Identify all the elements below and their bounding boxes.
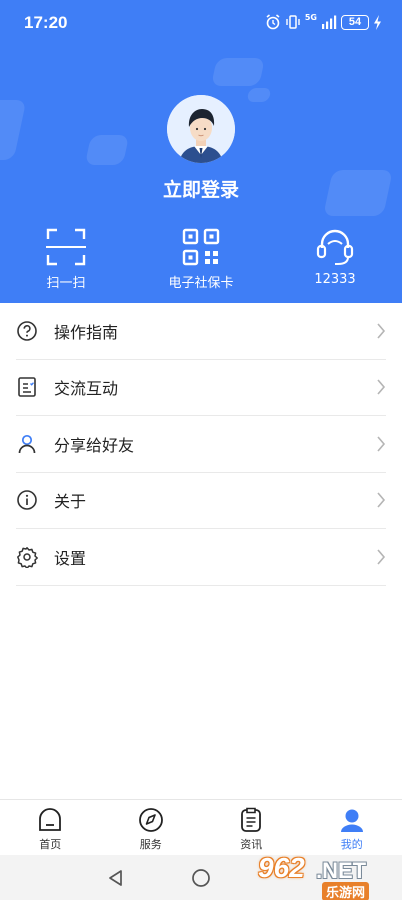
tab-home[interactable]: 首页 <box>0 800 101 855</box>
site-watermark: 962 .NET 乐游网 <box>258 852 396 900</box>
menu-label-settings: 设置 <box>54 548 87 568</box>
status-bar: 17:20 5G 54 <box>0 0 402 44</box>
decor-shape <box>0 100 27 160</box>
tab-news[interactable]: 资讯 <box>201 800 302 855</box>
avatar[interactable] <box>167 95 235 163</box>
social-card-button[interactable]: 电子社保卡 <box>146 228 256 291</box>
chevron-right-icon <box>377 549 386 565</box>
tab-label-news: 资讯 <box>240 838 263 851</box>
menu-label-guide: 操作指南 <box>54 322 119 342</box>
menu-item-interaction[interactable]: 交流互动 <box>16 360 386 416</box>
decor-shape <box>246 88 272 102</box>
menu-label-interaction: 交流互动 <box>54 379 119 399</box>
hotline-label: 12333 <box>314 272 356 287</box>
decor-shape <box>211 58 265 86</box>
qr-code-icon <box>182 228 220 266</box>
charging-icon <box>374 14 381 30</box>
alarm-icon <box>266 14 280 30</box>
menu-label-share: 分享给好友 <box>54 435 135 455</box>
tab-label-services: 服务 <box>139 838 162 851</box>
network-type: 5G <box>304 12 317 22</box>
watermark-number: 962 <box>258 852 305 883</box>
back-triangle-icon[interactable] <box>106 868 126 888</box>
menu-item-guide[interactable]: 操作指南 <box>16 303 386 360</box>
social-card-label: 电子社保卡 <box>168 276 234 291</box>
menu-label-about: 关于 <box>54 492 87 512</box>
home-icon <box>39 808 62 831</box>
status-icons: 5G 54 <box>265 12 382 30</box>
tab-label-mine: 我的 <box>340 838 363 851</box>
tab-label-home: 首页 <box>39 838 62 851</box>
menu-item-settings[interactable]: 设置 <box>16 529 386 586</box>
scan-label: 扫一扫 <box>46 276 86 291</box>
document-list-icon <box>16 376 38 398</box>
chevron-right-icon <box>377 323 386 339</box>
headset-icon <box>316 229 354 265</box>
tab-services[interactable]: 服务 <box>101 800 202 855</box>
clipboard-icon <box>241 807 262 832</box>
question-circle-icon <box>16 320 38 342</box>
compass-icon <box>138 808 163 832</box>
gear-icon <box>16 546 38 568</box>
battery-indicator: 54 <box>341 14 369 30</box>
menu-item-about[interactable]: 关于 <box>16 473 386 529</box>
tab-mine[interactable]: 我的 <box>302 800 402 855</box>
chevron-right-icon <box>377 436 386 452</box>
info-circle-icon <box>16 489 38 511</box>
watermark-text: 乐游网 <box>322 882 370 900</box>
signal-icon <box>322 15 337 29</box>
hotline-button[interactable]: 12333 <box>280 228 390 287</box>
settings-menu: 操作指南 交流互动 分享给好友 关于 设置 <box>0 303 402 586</box>
avatar-illustration <box>167 95 235 163</box>
watermark-net: .NET <box>316 858 367 883</box>
menu-item-share[interactable]: 分享给好友 <box>16 416 386 473</box>
decor-shape <box>84 135 130 165</box>
login-link[interactable]: 立即登录 <box>0 175 402 202</box>
vibrate-icon <box>286 15 300 29</box>
chevron-right-icon <box>377 379 386 395</box>
home-circle-icon[interactable] <box>191 868 211 888</box>
scan-icon <box>46 228 86 266</box>
status-time: 17:20 <box>24 13 68 32</box>
chevron-right-icon <box>377 492 386 508</box>
user-icon <box>340 809 363 832</box>
profile-header: 17:20 5G 54 立即登录 扫一扫 电子社保卡 12333 <box>0 0 402 303</box>
scan-button[interactable]: 扫一扫 <box>11 228 121 291</box>
person-icon <box>16 433 38 455</box>
bottom-tab-bar: 首页 服务 资讯 我的 <box>0 799 402 855</box>
